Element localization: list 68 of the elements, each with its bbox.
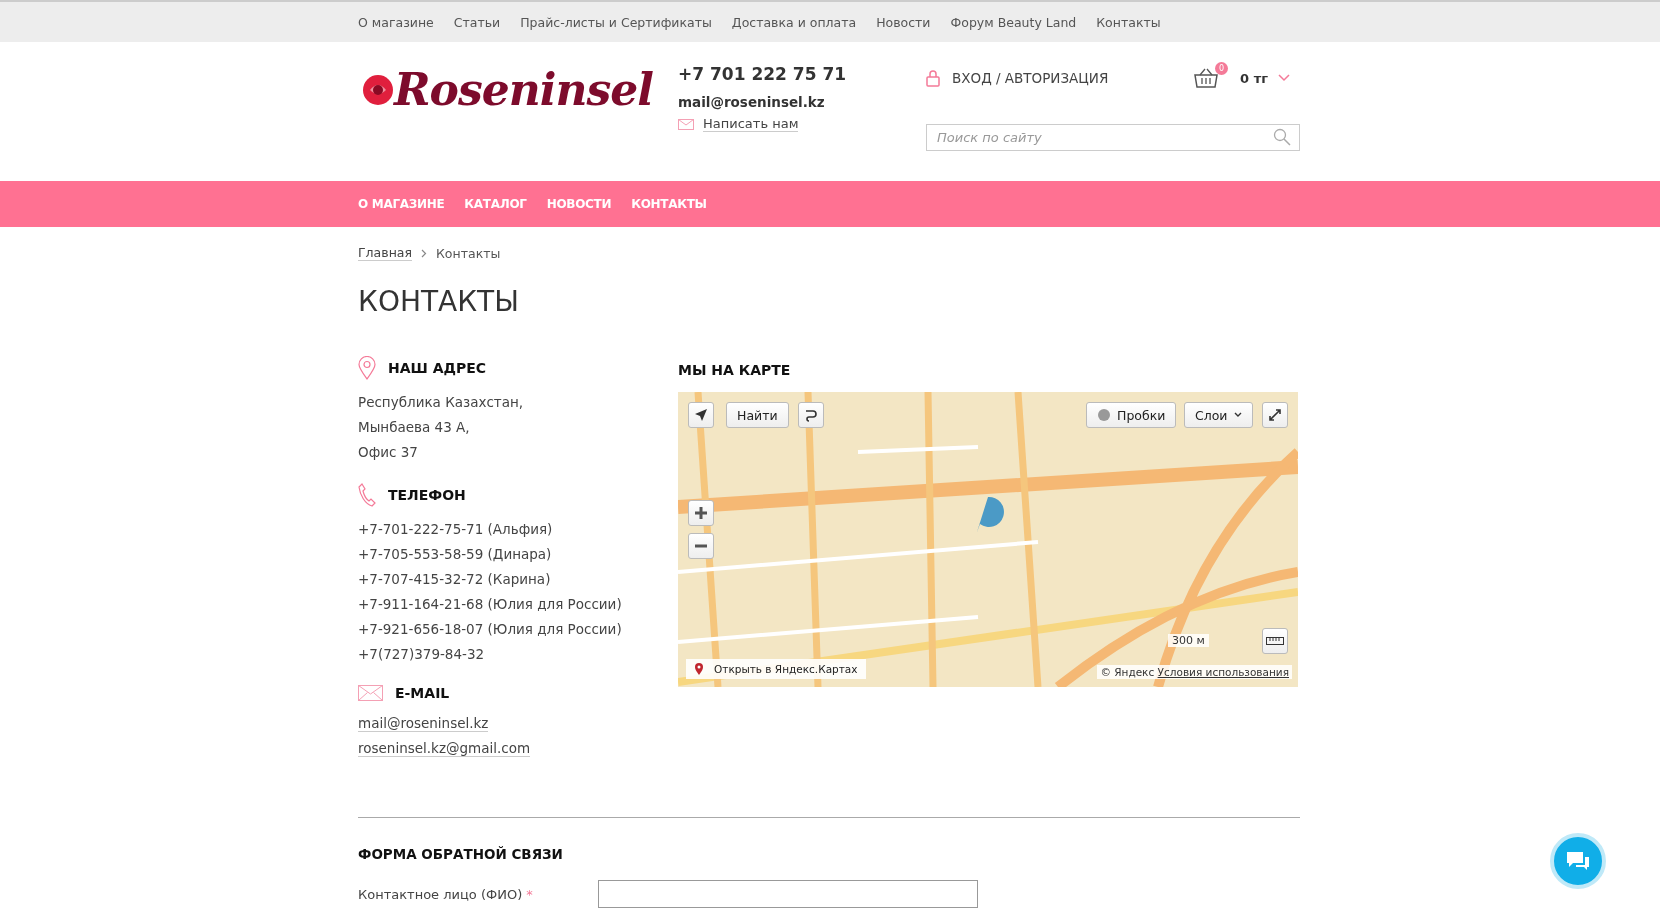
contact-line: +7-911-164-21-68 (Юлия для России) <box>358 595 623 614</box>
basket-icon[interactable] <box>1194 68 1219 88</box>
contact-line: Мынбаева 43 А, <box>358 418 471 437</box>
search-field[interactable]: Поиск по сайту <box>926 124 1300 151</box>
route-button[interactable] <box>798 402 824 428</box>
chevron-down-icon[interactable] <box>1278 74 1290 82</box>
section-heading: ТЕЛЕФОН <box>388 487 466 503</box>
top-menu-link[interactable]: Статьи <box>453 14 501 30</box>
traffic-button[interactable]: Пробки <box>1086 402 1177 428</box>
open-in-maps-link[interactable]: Открыть в Яндекс.Картах <box>686 659 866 679</box>
required-mark: * <box>526 886 533 902</box>
chevron-right-icon <box>421 248 427 258</box>
input-field[interactable] <box>598 880 978 908</box>
email-link[interactable]: roseninsel.kz@gmail.com <box>358 740 531 757</box>
plus-icon <box>694 506 708 520</box>
contact-line: +7-705-553-58-59 (Динара) <box>358 545 553 564</box>
top-menu-link[interactable]: Новости <box>876 14 931 30</box>
map-copyright: © Яндекс <box>1100 666 1155 678</box>
chat-button[interactable] <box>1550 833 1606 889</box>
contact-line: Республика Казахстан, <box>358 393 525 412</box>
write-us-link[interactable]: Написать нам <box>703 116 799 132</box>
field-label: Контактное лицо (ФИО) <box>358 886 523 902</box>
login-link[interactable]: ВХОД / АВТОРИЗАЦИЯ <box>952 70 1109 86</box>
zoom-in-button[interactable] <box>688 500 714 526</box>
map-pin-icon <box>694 662 704 676</box>
top-menu-link[interactable]: О магазине <box>358 14 434 30</box>
map-placeholder[interactable]: Найти Пробки Слои Открыть в Яндекс.Картах 300 м © Яндекс Условия использования <box>678 392 1298 687</box>
top-menu-link[interactable]: Доставка и оплата <box>731 14 857 30</box>
map-scale: 300 м <box>1168 634 1209 647</box>
locate-button[interactable] <box>688 402 714 428</box>
top-menu-link[interactable]: Контакты <box>1096 14 1161 30</box>
envelope-icon <box>358 685 383 701</box>
breadcrumb-current: Контакты <box>436 245 501 261</box>
arrow-pointer-icon <box>694 408 708 422</box>
section-heading: НАШ АДРЕС <box>388 360 487 376</box>
ruler-icon <box>1266 637 1284 645</box>
map-heading: МЫ НА КАРТЕ <box>678 362 792 378</box>
form-heading: ФОРМА ОБРАТНОЙ СВЯЗИ <box>358 846 564 862</box>
caret-icon <box>1233 412 1242 418</box>
ruler-button[interactable] <box>1262 628 1288 654</box>
chat-bubbles-icon <box>1565 850 1591 872</box>
route-icon <box>804 408 818 422</box>
contact-line: +7-707-415-32-72 (Карина) <box>358 570 552 589</box>
layers-button[interactable]: Слои <box>1184 402 1253 428</box>
header-email: mail@roseninsel.kz <box>678 94 826 110</box>
cart-total: 0 тг <box>1240 70 1268 86</box>
contact-line: +7(727)379-84-32 <box>358 645 486 664</box>
terms-link[interactable]: Условия использования <box>1157 666 1289 678</box>
expand-icon <box>1268 408 1282 422</box>
contact-line: Офис 37 <box>358 443 419 462</box>
zoom-out-button[interactable] <box>688 533 714 559</box>
contact-line: +7-921-656-18-07 (Юлия для России) <box>358 620 623 639</box>
find-button[interactable]: Найти <box>726 402 789 428</box>
cart-count-badge: 0 <box>1215 62 1229 75</box>
envelope-icon <box>678 118 694 130</box>
location-pin-icon <box>358 356 376 380</box>
fullscreen-button[interactable] <box>1262 402 1288 428</box>
section-heading: E-MAIL <box>395 685 450 701</box>
top-menu-link[interactable]: Прайс-листы и Сертификаты <box>520 14 712 30</box>
email-link[interactable]: mail@roseninsel.kz <box>358 715 489 732</box>
breadcrumb-link[interactable]: Главная <box>358 245 412 261</box>
page-title: КОНТАКТЫ <box>358 285 520 318</box>
lock-icon <box>926 69 940 87</box>
phone-icon <box>358 483 376 507</box>
contact-line: +7-701-222-75-71 (Альфия) <box>358 520 554 539</box>
top-menu-link[interactable]: Форум Beauty Land <box>950 14 1077 30</box>
header-phone: +7 701 222 75 71 <box>678 64 848 84</box>
logo[interactable]: Roseninsel <box>358 64 678 115</box>
